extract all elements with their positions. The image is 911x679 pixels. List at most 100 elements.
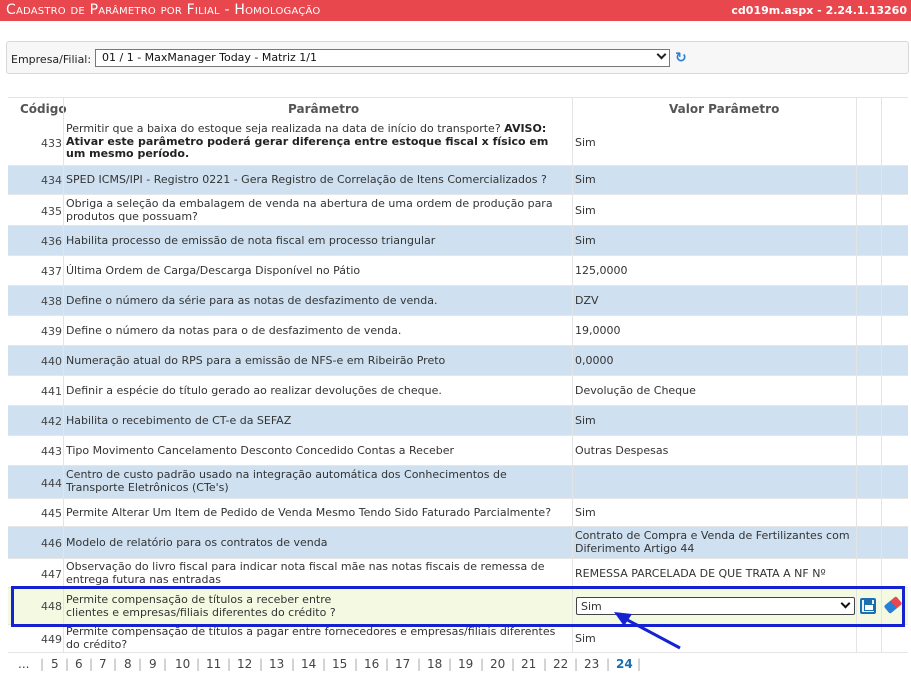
page-link[interactable]: 11 (206, 657, 221, 671)
page-link[interactable]: 12 (237, 657, 252, 671)
row-value: 125,0000 (575, 264, 628, 277)
page-link[interactable]: 20 (490, 657, 505, 671)
pagination: ... | 5 | 6 | 7 | 8 | 9 | 10 | 11 | 12 |… (18, 657, 642, 671)
row-value: Sim (575, 204, 596, 217)
table-row[interactable]: 443 Tipo Movimento Cancelamento Desconto… (8, 436, 908, 466)
page-link[interactable]: 8 (124, 657, 132, 671)
page-link[interactable]: 10 (175, 657, 190, 671)
table-row[interactable]: 435 Obriga a seleção da embalagem de ven… (8, 195, 908, 226)
row-param: Modelo de relatório para os contratos de… (66, 536, 328, 549)
row-param: Habilita processo de emissão de nota fis… (66, 234, 436, 247)
table-row[interactable]: 441 Definir a espécie do título gerado a… (8, 376, 908, 406)
row-code: 439 (41, 325, 62, 338)
row-value: REMESSA PARCELADA DE QUE TRATA A NF Nº (575, 567, 826, 580)
column-divider (572, 98, 573, 653)
refresh-icon[interactable]: ↻ (675, 51, 689, 65)
page-link[interactable]: 13 (269, 657, 284, 671)
row-code: 447 (41, 568, 62, 581)
page-ellipsis[interactable]: ... (18, 657, 29, 671)
table-row[interactable]: 434 SPED ICMS/IPI - Registro 0221 - Gera… (8, 166, 908, 195)
row-code: 434 (41, 174, 62, 187)
row-value: 0,0000 (575, 354, 614, 367)
table-row[interactable]: 442 Habilita o recebimento de CT-e da SE… (8, 406, 908, 436)
page-link[interactable]: 9 (149, 657, 157, 671)
row-param: Observação do livro fiscal para indicar … (66, 560, 545, 586)
row-value: DZV (575, 294, 599, 307)
row-param: Definir a espécie do título gerado ao re… (66, 384, 442, 397)
filter-panel: Empresa/Filial: 01 / 1 - MaxManager Toda… (6, 41, 909, 74)
page-link[interactable]: 6 (75, 657, 83, 671)
row-code: 433 (41, 137, 62, 150)
row-code: 435 (41, 205, 62, 218)
row-param: Permite Alterar Um Item de Pedido de Ven… (66, 506, 552, 519)
row-value: 19,0000 (575, 324, 621, 337)
table-row[interactable]: 447 Observação do livro fiscal para indi… (8, 559, 908, 588)
row-param: Tipo Movimento Cancelamento Desconto Con… (66, 444, 455, 457)
row-value: Devolução de Cheque (575, 384, 696, 397)
grid-header: Código Parâmetro Valor Parâmetro (8, 98, 908, 120)
row-value: Sim (575, 136, 596, 149)
highlight-annotation-box (11, 586, 905, 627)
row-param: Obriga a seleção da embalagem de venda n… (66, 197, 553, 223)
table-row[interactable]: 437 Última Ordem de Carga/Descarga Dispo… (8, 256, 908, 286)
row-value: Outras Despesas (575, 444, 669, 457)
row-code: 449 (41, 633, 62, 646)
page-link[interactable]: 21 (521, 657, 536, 671)
page-link[interactable]: 16 (364, 657, 379, 671)
page-link[interactable]: 17 (395, 657, 410, 671)
row-param: SPED ICMS/IPI - Registro 0221 - Gera Reg… (66, 173, 547, 186)
chevron-down-icon (656, 49, 667, 60)
row-code: 438 (41, 295, 62, 308)
col-header-valor[interactable]: Valor Parâmetro (669, 102, 779, 116)
row-value: Sim (575, 173, 596, 186)
row-code: 442 (41, 415, 62, 428)
page-link[interactable]: 23 (584, 657, 599, 671)
row-param: Habilita o recebimento de CT-e da SEFAZ (66, 414, 292, 427)
empresa-filial-label: Empresa/Filial: (11, 53, 92, 66)
table-row[interactable]: 439 Define o número da notas para o de d… (8, 316, 908, 346)
table-row[interactable]: 446 Modelo de relatório para os contrato… (8, 527, 908, 559)
column-divider (856, 98, 857, 653)
annotation-arrow (614, 612, 681, 650)
row-param: Centro de custo padrão usado na integraç… (66, 468, 507, 494)
row-code: 443 (41, 445, 62, 458)
row-code: 440 (41, 355, 62, 368)
row-value: Sim (575, 234, 596, 247)
row-param: Define o número da notas para o de desfa… (66, 324, 402, 337)
page-link[interactable]: 5 (51, 657, 59, 671)
row-param: Numeração atual do RPS para a emissão de… (66, 354, 446, 367)
page-link[interactable]: 19 (458, 657, 473, 671)
page-link[interactable]: 7 (99, 657, 107, 671)
row-code: 441 (41, 385, 62, 398)
row-value: Sim (575, 414, 596, 427)
row-code: 444 (41, 477, 62, 490)
row-value: Sim (575, 506, 596, 519)
row-code: 437 (41, 265, 62, 278)
table-row[interactable]: 440 Numeração atual do RPS para a emissã… (8, 346, 908, 376)
table-row[interactable]: 438 Define o número da série para as not… (8, 286, 908, 316)
page-link[interactable]: 18 (427, 657, 442, 671)
row-value: Contrato de Compra e Venda de Fertilizan… (575, 529, 850, 555)
row-param: Define o número da série para as notas d… (66, 294, 438, 307)
column-divider (881, 98, 882, 653)
table-row[interactable]: 445 Permite Alterar Um Item de Pedido de… (8, 499, 908, 527)
page-current: 24 (616, 657, 633, 671)
table-row[interactable]: 449 Permite compensação de títulos a pag… (8, 625, 908, 653)
empresa-filial-selected: 01 / 1 - MaxManager Today - Matriz 1/1 (102, 51, 317, 64)
page-link[interactable]: 15 (332, 657, 347, 671)
row-param: Última Ordem de Carga/Descarga Disponíve… (66, 264, 361, 277)
table-row[interactable]: 433 Permitir que a baixa do estoque seja… (8, 120, 908, 166)
page-link[interactable]: 22 (553, 657, 568, 671)
col-header-codigo[interactable]: Código (20, 102, 67, 116)
col-header-parametro[interactable]: Parâmetro (288, 102, 359, 116)
page-link[interactable]: 14 (301, 657, 316, 671)
table-row[interactable]: 444 Centro de custo padrão usado na inte… (8, 466, 908, 499)
table-row[interactable]: 436 Habilita processo de emissão de nota… (8, 226, 908, 256)
row-param: Permitir que a baixa do estoque seja rea… (66, 122, 549, 160)
version-label: cd019m.aspx - 2.24.1.13260 (731, 4, 907, 17)
parametros-grid: Código Parâmetro Valor Parâmetro 433 Per… (8, 97, 908, 667)
row-code: 446 (41, 537, 62, 550)
row-code: 436 (41, 235, 62, 248)
empresa-filial-select[interactable]: 01 / 1 - MaxManager Today - Matriz 1/1 (95, 49, 670, 67)
row-param: Permite compensação de títulos a pagar e… (66, 625, 556, 651)
